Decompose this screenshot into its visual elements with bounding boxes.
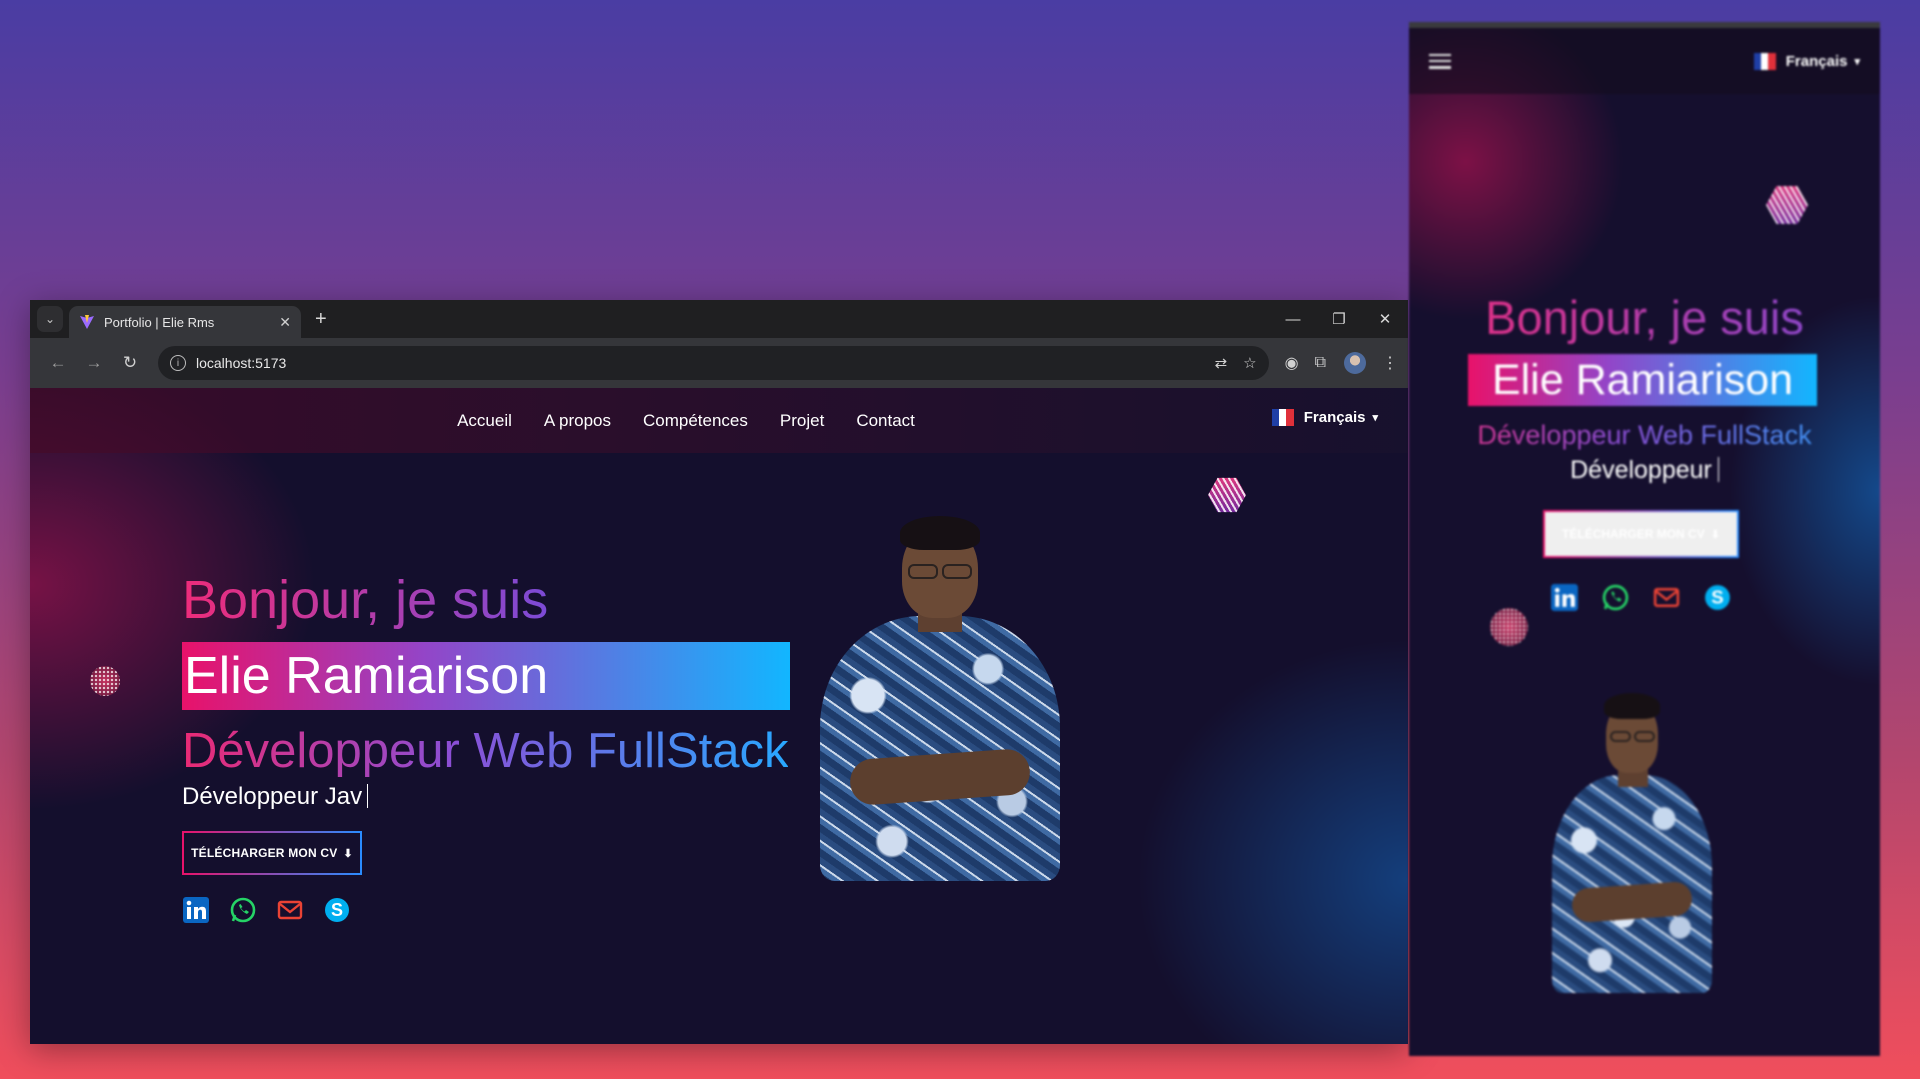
minimize-icon[interactable]: —: [1270, 311, 1316, 328]
back-icon[interactable]: ←: [40, 353, 76, 373]
dotted-circle-decoration: [1490, 608, 1528, 646]
portfolio-site: Accueil A propos Compétences Projet Cont…: [30, 388, 1408, 1044]
tab-search-button[interactable]: ⌄: [37, 306, 63, 332]
mail-icon[interactable]: [1652, 583, 1681, 612]
mobile-navbar: Français ▾: [1409, 28, 1880, 94]
tab-bar: ⌄ Portfolio | Elie Rms ✕ + — ❐ ✕: [30, 300, 1408, 338]
vite-favicon-icon: [80, 315, 94, 329]
whatsapp-icon[interactable]: [1601, 583, 1630, 612]
typing-text-value: Développeur Jav: [182, 783, 363, 810]
close-window-icon[interactable]: ✕: [1362, 310, 1408, 328]
restore-icon[interactable]: ❐: [1316, 310, 1362, 328]
french-flag-icon: [1271, 409, 1294, 426]
skype-icon[interactable]: S: [1703, 583, 1732, 612]
site-navbar: Accueil A propos Compétences Projet Cont…: [30, 388, 1408, 453]
mobile-hero-name: Elie Ramiarison: [1468, 354, 1817, 406]
linkedin-icon[interactable]: [182, 896, 210, 924]
hamburger-menu-icon[interactable]: [1429, 53, 1451, 69]
download-cv-button[interactable]: TÉLÉCHARGER MON CV ⬇: [182, 831, 362, 875]
chevron-down-icon: ▾: [1854, 55, 1860, 68]
french-flag-icon: [1753, 52, 1776, 70]
desktop-browser-window: ⌄ Portfolio | Elie Rms ✕ + — ❐ ✕ ← → ↻ i…: [30, 300, 1408, 1044]
chevron-down-icon: ⌄: [44, 312, 56, 326]
svg-text:S: S: [1711, 587, 1723, 608]
mobile-download-cv-button[interactable]: TÉLÉCHARGER MON CV ⬇: [1543, 510, 1739, 558]
striped-hexagon-decoration: [1766, 186, 1808, 224]
chevron-down-icon: ▾: [1372, 412, 1378, 424]
hero-greeting: Bonjour, je suis: [182, 570, 549, 630]
mobile-language-selector[interactable]: Français ▾: [1753, 52, 1860, 70]
download-icon: ⬇: [343, 847, 353, 860]
new-tab-button[interactable]: +: [315, 308, 327, 331]
browser-tab[interactable]: Portfolio | Elie Rms ✕: [69, 306, 301, 338]
download-cv-label: TÉLÉCHARGER MON CV: [191, 846, 338, 860]
mobile-download-cv-label: TÉLÉCHARGER MON CV: [1562, 527, 1705, 541]
mobile-profile-photo: [1552, 693, 1712, 993]
whatsapp-icon[interactable]: [229, 896, 257, 924]
tab-title: Portfolio | Elie Rms: [104, 314, 215, 330]
extensions-puzzle-icon[interactable]: ⧉: [1315, 354, 1326, 372]
nav-links: Accueil A propos Compétences Projet Cont…: [457, 411, 915, 431]
download-icon: ⬇: [1710, 528, 1720, 541]
skype-icon[interactable]: S: [323, 896, 351, 924]
social-links: S: [182, 896, 351, 924]
nav-link-accueil[interactable]: Accueil: [457, 411, 512, 431]
mobile-hero-role: Développeur Web FullStack: [1409, 420, 1880, 451]
tab-close-icon[interactable]: ✕: [279, 314, 291, 331]
nav-link-a-propos[interactable]: A propos: [544, 411, 611, 431]
url-text[interactable]: localhost:5173: [196, 355, 1199, 371]
profile-photo: [820, 516, 1060, 881]
svg-text:S: S: [331, 900, 343, 920]
typing-caret: [1717, 457, 1719, 482]
bookmark-star-icon[interactable]: ☆: [1243, 354, 1256, 372]
striped-hexagon-decoration: [1208, 477, 1246, 513]
extension-icon[interactable]: ◉: [1285, 353, 1299, 373]
reload-icon[interactable]: ↻: [112, 353, 148, 373]
mobile-social-links: S: [1550, 583, 1732, 612]
nav-link-competences[interactable]: Compétences: [643, 411, 748, 431]
language-selector[interactable]: Français ▾: [1271, 409, 1378, 426]
browser-toolbar: ← → ↻ i localhost:5173 ⇄ ☆ ◉ ⧉ ⋮: [30, 338, 1408, 388]
mobile-preview-window: Français ▾ Bonjour, je suis Elie Ramiari…: [1409, 22, 1880, 1056]
typing-caret: [367, 784, 369, 808]
hero-role: Développeur Web FullStack: [182, 724, 789, 778]
mobile-typing-text: Développeur: [1409, 456, 1880, 485]
site-info-icon[interactable]: i: [170, 355, 186, 371]
mobile-typing-value: Développeur: [1570, 456, 1712, 484]
mail-icon[interactable]: [276, 896, 304, 924]
mobile-language-label: Français: [1785, 52, 1848, 70]
nav-link-projet[interactable]: Projet: [780, 411, 824, 431]
linkedin-icon[interactable]: [1550, 583, 1579, 612]
typing-text: Développeur Jav: [182, 783, 369, 811]
translate-icon[interactable]: ⇄: [1215, 354, 1228, 372]
window-controls: — ❐ ✕: [1270, 300, 1408, 338]
more-menu-icon[interactable]: ⋮: [1382, 353, 1398, 373]
nav-link-contact[interactable]: Contact: [856, 411, 915, 431]
mobile-hero-greeting: Bonjour, je suis: [1409, 290, 1880, 345]
address-bar[interactable]: i localhost:5173 ⇄ ☆: [158, 346, 1269, 380]
hero-section: Bonjour, je suis Elie Ramiarison Dévelop…: [30, 453, 1408, 1044]
hero-name: Elie Ramiarison: [182, 642, 790, 710]
forward-icon[interactable]: →: [76, 353, 112, 373]
profile-avatar[interactable]: [1344, 352, 1366, 374]
language-label: Français: [1303, 409, 1366, 426]
dotted-circle-decoration: [90, 666, 120, 696]
